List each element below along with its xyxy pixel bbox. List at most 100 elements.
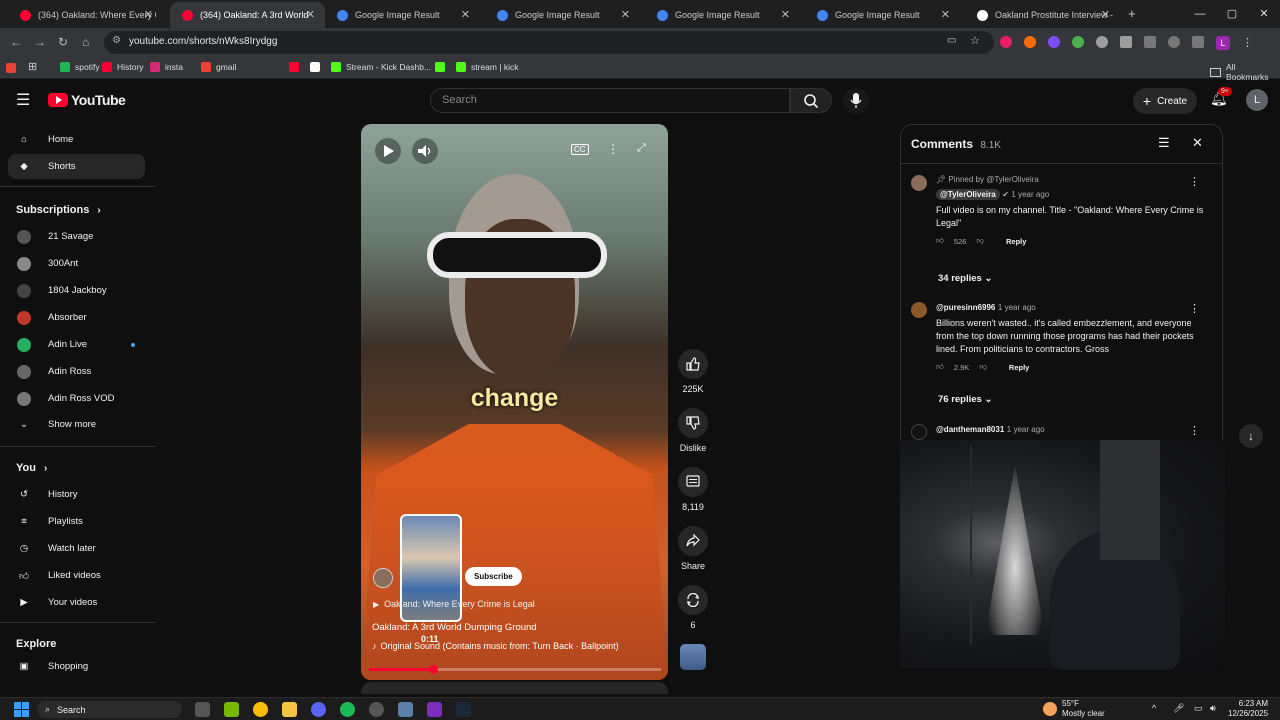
- browser-tab[interactable]: Google Image Result ✕: [325, 2, 480, 28]
- sidebar-item-subscription[interactable]: 1804 Jackboy: [8, 278, 145, 303]
- sidebar-item-subscription[interactable]: Adin Ross VOD: [8, 386, 145, 411]
- all-bookmarks[interactable]: All Bookmarks: [1210, 62, 1280, 82]
- comment-avatar[interactable]: [911, 424, 927, 440]
- tab-close-icon[interactable]: ✕: [1101, 8, 1110, 21]
- comment-author[interactable]: @TylerOliveira: [936, 189, 1000, 200]
- microphone-tray-icon[interactable]: 🎤︎: [1173, 703, 1184, 714]
- like-comment-icon[interactable]: 👍︎: [936, 236, 944, 246]
- discord-icon[interactable]: [311, 702, 326, 717]
- chrome-icon[interactable]: [253, 702, 268, 717]
- search-button[interactable]: [790, 88, 832, 113]
- share-button[interactable]: Share: [678, 526, 708, 571]
- nvidia-icon[interactable]: [224, 702, 239, 717]
- dislike-button[interactable]: Dislike: [678, 408, 708, 453]
- you-heading[interactable]: You ›: [16, 462, 47, 474]
- bookmark-item[interactable]: stream | kick: [456, 62, 519, 72]
- sidebar-item-shopping[interactable]: ▣ Shopping: [8, 654, 145, 679]
- menu-hamburger-icon[interactable]: ☰: [16, 90, 30, 110]
- windows-start-icon[interactable]: [14, 702, 29, 717]
- network-icon[interactable]: ▭: [1194, 703, 1203, 714]
- progress-bar[interactable]: [369, 665, 661, 674]
- notifications-button[interactable]: 🔔︎ 9+: [1210, 87, 1232, 108]
- settings-icon[interactable]: [398, 702, 413, 717]
- minimize-button[interactable]: —: [1184, 0, 1216, 28]
- steam-icon[interactable]: [456, 702, 471, 717]
- taskbar-search[interactable]: ⌕ Search: [37, 701, 182, 718]
- sidebar-item-subscription[interactable]: Adin Ross: [8, 359, 145, 384]
- volume-button[interactable]: [412, 138, 438, 164]
- task-view-icon[interactable]: [195, 702, 210, 717]
- weather-widget[interactable]: 55°F Mostly clear: [1043, 699, 1105, 719]
- create-button[interactable]: + Create: [1133, 88, 1197, 114]
- forward-button[interactable]: →: [34, 35, 46, 49]
- comment-menu-icon[interactable]: ⋮: [1189, 175, 1200, 188]
- search-input[interactable]: Search: [430, 88, 790, 113]
- next-short-peek[interactable]: [361, 682, 668, 694]
- show-more-button[interactable]: ⌄ Show more: [8, 412, 145, 437]
- fullscreen-icon[interactable]: ⤢: [637, 142, 646, 155]
- dislike-comment-icon[interactable]: 👎︎: [976, 236, 984, 246]
- back-button[interactable]: ←: [10, 35, 22, 49]
- sidebar-item-playlists[interactable]: ≡ Playlists: [8, 509, 145, 534]
- comment-avatar[interactable]: [911, 175, 927, 191]
- download-icon[interactable]: [1168, 36, 1180, 48]
- cast-icon[interactable]: ▭: [947, 35, 956, 46]
- sidebar-item-subscription[interactable]: 21 Savage: [8, 224, 145, 249]
- comment-author[interactable]: @dantheman8031: [936, 425, 1004, 434]
- browser-tab[interactable]: Google Image Result ✕: [645, 2, 800, 28]
- replies-toggle[interactable]: 34 replies ⌄: [938, 273, 992, 284]
- browser-tab[interactable]: Google Image Result ✕: [485, 2, 640, 28]
- speaker-icon[interactable]: 🔊︎: [1210, 703, 1216, 714]
- extension-icon[interactable]: [1072, 36, 1084, 48]
- bookmark-item[interactable]: Stream - Kick Dashb...: [331, 62, 431, 72]
- address-bar[interactable]: ⚙ youtube.com/shorts/nWks8Irydgg ▭ ☆: [104, 31, 994, 54]
- sidebar-item-shorts[interactable]: ◆ Shorts: [8, 154, 145, 179]
- clock[interactable]: 6:23 AM 12/26/2025: [1228, 699, 1268, 719]
- extension-icon[interactable]: [1048, 36, 1060, 48]
- bookmark-item[interactable]: insta: [150, 62, 183, 72]
- comment-avatar[interactable]: [911, 302, 927, 318]
- reload-button[interactable]: ↻: [58, 35, 68, 49]
- close-window-button[interactable]: ✕: [1248, 0, 1280, 28]
- tab-close-icon[interactable]: ✕: [621, 8, 630, 21]
- obs-icon[interactable]: [369, 702, 384, 717]
- replies-toggle[interactable]: 76 replies ⌄: [938, 394, 992, 405]
- sidepanel-icon[interactable]: [1144, 36, 1156, 48]
- maximize-button[interactable]: ▢: [1216, 0, 1248, 28]
- sidebar-item-home[interactable]: ⌂ Home: [8, 127, 145, 152]
- extension-icon[interactable]: [1024, 36, 1036, 48]
- reply-button[interactable]: Reply: [1006, 237, 1026, 246]
- comment-menu-icon[interactable]: ⋮: [1189, 424, 1200, 437]
- subscribe-button[interactable]: Subscribe: [465, 567, 522, 586]
- tab-close-icon[interactable]: ✕: [144, 8, 153, 21]
- sidebar-item-subscription[interactable]: 300Ant: [8, 251, 145, 276]
- puzzle-icon[interactable]: [1120, 36, 1132, 48]
- menu-icon[interactable]: ⋮: [1242, 36, 1253, 50]
- tab-search-icon[interactable]: [1192, 36, 1204, 48]
- scroll-down-button[interactable]: ↓: [1239, 424, 1263, 448]
- like-comment-icon[interactable]: 👍︎: [936, 362, 944, 372]
- remix-button[interactable]: 6: [678, 585, 708, 630]
- bookmark-item[interactable]: [435, 62, 450, 72]
- close-icon[interactable]: ✕: [1192, 135, 1203, 151]
- home-button[interactable]: ⌂: [82, 35, 89, 49]
- bookmark-item[interactable]: spotify: [60, 62, 100, 72]
- extension-icon[interactable]: [1096, 36, 1108, 48]
- browser-tab[interactable]: Google Image Result ✕: [805, 2, 960, 28]
- sidebar-item-subscription[interactable]: Absorber: [8, 305, 145, 330]
- new-tab-button[interactable]: +: [1128, 6, 1136, 21]
- bookmark-app-icon[interactable]: [6, 63, 16, 73]
- play-button[interactable]: [375, 138, 401, 164]
- bookmark-item[interactable]: gmail: [201, 62, 236, 72]
- tab-close-icon[interactable]: ✕: [461, 8, 470, 21]
- dislike-comment-icon[interactable]: 👎︎: [979, 362, 987, 372]
- browser-tab[interactable]: (364) Oakland: Where Every Cri ✕: [8, 2, 163, 28]
- sidebar-item-liked-videos[interactable]: 👍︎ Liked videos: [8, 563, 145, 588]
- video-title[interactable]: Oakland: A 3rd World Dumping Ground: [372, 622, 537, 633]
- sound-thumbnail[interactable]: [680, 644, 706, 670]
- bookmark-item[interactable]: [289, 62, 304, 72]
- browser-tab[interactable]: Oakland Prostitute Interview - ✕: [965, 2, 1120, 28]
- tab-close-icon[interactable]: ✕: [306, 8, 315, 21]
- apps-grid-icon[interactable]: ⊞: [28, 60, 37, 73]
- sidebar-item-watch-later[interactable]: ◷ Watch later: [8, 536, 145, 561]
